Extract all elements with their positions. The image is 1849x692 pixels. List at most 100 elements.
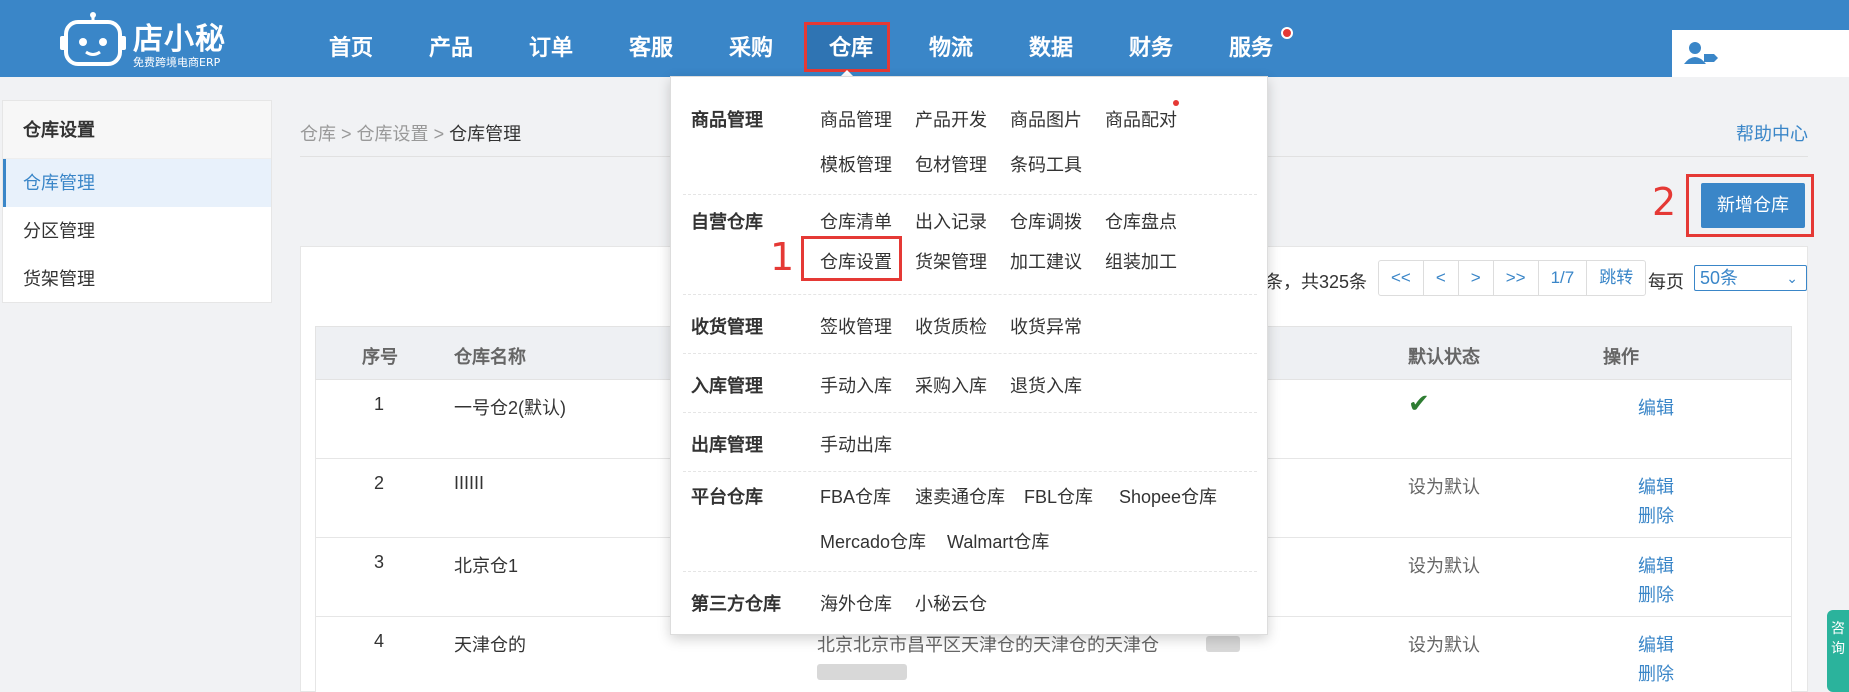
nav-data[interactable]: 数据 (1029, 30, 1073, 62)
delete-link[interactable]: 删除 (1638, 581, 1674, 607)
menu-item-xiaomi-cloud-warehouse[interactable]: 小秘云仓 (915, 590, 987, 616)
nav-orders[interactable]: 订单 (529, 30, 573, 62)
robot-logo-icon (60, 12, 126, 66)
menu-item-template-management[interactable]: 模板管理 (820, 151, 892, 177)
menu-item-shelf-management[interactable]: 货架管理 (915, 248, 987, 274)
per-page-select[interactable]: 50条 ⌄ (1694, 265, 1807, 291)
breadcrumb-separator: > (341, 124, 352, 144)
menu-item-barcode-tool[interactable]: 条码工具 (1010, 151, 1082, 177)
menu-section-title: 第三方仓库 (691, 594, 781, 614)
annotation-highlight-box (801, 236, 902, 281)
header-actions: 操作 (1603, 347, 1639, 367)
row-index: 4 (374, 631, 385, 651)
menu-section-title: 商品管理 (691, 110, 763, 130)
edit-link[interactable]: 编辑 (1638, 394, 1674, 420)
menu-item-overseas-warehouse[interactable]: 海外仓库 (820, 590, 892, 616)
pager-prev-button[interactable]: < (1424, 261, 1459, 295)
sidebar-item-zone-management[interactable]: 分区管理 (3, 207, 271, 255)
nav-home[interactable]: 首页 (329, 30, 373, 62)
annotation-number-1: 1 (770, 235, 795, 279)
menu-section-title: 自营仓库 (691, 212, 763, 232)
set-default-link[interactable]: 设为默认 (1408, 631, 1480, 657)
menu-section-third-party: 第三方仓库 海外仓库 小秘云仓 (683, 572, 1257, 632)
menu-item-warehouse-transfer[interactable]: 仓库调拨 (1010, 208, 1082, 234)
nav-finance[interactable]: 财务 (1129, 30, 1173, 62)
pagination: << < > >> 1/7 跳转 (1378, 260, 1647, 296)
row-warehouse-name: 北京仓1 (454, 556, 519, 576)
annotation-number-2: 2 (1652, 180, 1677, 224)
row-warehouse-name: 天津仓的 (454, 635, 526, 655)
menu-item-packaging-management[interactable]: 包材管理 (915, 151, 987, 177)
delete-link[interactable]: 删除 (1638, 660, 1674, 686)
menu-item-mercado-warehouse[interactable]: Mercado仓库 (820, 528, 926, 554)
logo[interactable]: 店小秘 免费跨境电商ERP (60, 8, 236, 69)
menu-item-walmart-warehouse[interactable]: Walmart仓库 (947, 528, 1049, 554)
sidebar-item-shelf-management[interactable]: 货架管理 (3, 255, 271, 303)
sidebar-item-warehouse-management[interactable]: 仓库管理 (3, 159, 271, 207)
user-icon (1684, 42, 1718, 64)
menu-item-receiving-exception[interactable]: 收货异常 (1010, 313, 1082, 339)
nav-products[interactable]: 产品 (429, 30, 473, 62)
per-page-value: 50条 (1700, 268, 1739, 288)
notification-dot (1281, 27, 1293, 39)
nav-customer-service[interactable]: 客服 (629, 30, 673, 62)
menu-section-inbound: 入库管理 手动入库 采购入库 退货入库 (683, 354, 1257, 413)
nav-warehouse[interactable]: 仓库 (829, 30, 873, 62)
set-default-link[interactable]: 设为默认 (1408, 473, 1480, 499)
breadcrumb-separator: > (433, 124, 445, 144)
menu-item-processing-advice[interactable]: 加工建议 (1010, 248, 1082, 274)
brand-name: 店小秘 (133, 22, 226, 57)
menu-item-return-inbound[interactable]: 退货入库 (1010, 372, 1082, 398)
blurred-content (1206, 633, 1240, 654)
menu-item-product-images[interactable]: 商品图片 (1010, 106, 1082, 132)
menu-item-stocktaking[interactable]: 仓库盘点 (1105, 208, 1177, 234)
menu-item-quality-check[interactable]: 收货质检 (915, 313, 987, 339)
menu-item-product-dev[interactable]: 产品开发 (915, 106, 987, 132)
row-index: 3 (374, 552, 385, 572)
user-menu[interactable] (1672, 30, 1849, 77)
pager-next-button[interactable]: > (1459, 261, 1494, 295)
set-default-link[interactable]: 设为默认 (1408, 552, 1480, 578)
menu-item-product-pairing[interactable]: 商品配对 (1105, 106, 1177, 132)
chevron-down-icon: ⌄ (1786, 270, 1798, 286)
menu-item-manual-outbound[interactable]: 手动出库 (820, 431, 892, 457)
menu-item-product-management[interactable]: 商品管理 (820, 106, 892, 132)
menu-item-purchase-inbound[interactable]: 采购入库 (915, 372, 987, 398)
pager-jump-button[interactable]: 跳转 (1587, 261, 1645, 295)
menu-section-receiving: 收货管理 签收管理 收货质检 收货异常 (683, 295, 1257, 354)
left-sidebar: 仓库设置 仓库管理 分区管理 货架管理 (2, 100, 272, 303)
edit-link[interactable]: 编辑 (1638, 552, 1674, 578)
pager-last-button[interactable]: >> (1494, 261, 1539, 295)
delete-link[interactable]: 删除 (1638, 502, 1674, 528)
add-warehouse-button[interactable]: 新增仓库 (1701, 183, 1805, 228)
row-warehouse-name: 一号仓2(默认) (454, 398, 566, 418)
menu-item-fba-warehouse[interactable]: FBA仓库 (820, 483, 891, 509)
breadcrumb-warehouse-settings[interactable]: 仓库设置 (357, 124, 429, 144)
edit-link[interactable]: 编辑 (1638, 631, 1674, 657)
menu-item-aliexpress-warehouse[interactable]: 速卖通仓库 (915, 483, 1005, 509)
nav-service[interactable]: 服务 (1229, 30, 1273, 62)
sidebar-title: 仓库设置 (3, 101, 271, 159)
new-feature-dot (1173, 100, 1179, 106)
menu-section-title: 入库管理 (691, 376, 763, 396)
menu-item-fbl-warehouse[interactable]: FBL仓库 (1024, 483, 1093, 509)
pager-page-indicator: 1/7 (1539, 261, 1588, 295)
menu-item-in-out-records[interactable]: 出入记录 (915, 208, 987, 234)
blurred-content (817, 661, 907, 682)
help-center-link[interactable]: 帮助中心 (1736, 120, 1808, 146)
menu-item-manual-inbound[interactable]: 手动入库 (820, 372, 892, 398)
edit-link[interactable]: 编辑 (1638, 473, 1674, 499)
row-index: 2 (374, 473, 385, 493)
menu-item-warehouse-list[interactable]: 仓库清单 (820, 208, 892, 234)
nav-purchase[interactable]: 采购 (729, 30, 773, 62)
menu-item-sign-for[interactable]: 签收管理 (820, 313, 892, 339)
breadcrumb-warehouse[interactable]: 仓库 (300, 124, 336, 144)
pager-first-button[interactable]: << (1379, 261, 1424, 295)
nav-logistics[interactable]: 物流 (929, 30, 973, 62)
breadcrumb: 仓库 > 仓库设置 > 仓库管理 (300, 120, 521, 146)
top-nav-bar: 店小秘 免费跨境电商ERP 首页 产品 订单 客服 采购 仓库 物流 数据 财务… (0, 0, 1849, 78)
menu-item-assembly[interactable]: 组装加工 (1105, 248, 1177, 274)
header-index: 序号 (362, 347, 398, 367)
menu-item-shopee-warehouse[interactable]: Shopee仓库 (1119, 483, 1217, 509)
consult-side-tab[interactable]: 咨询 (1827, 610, 1849, 692)
